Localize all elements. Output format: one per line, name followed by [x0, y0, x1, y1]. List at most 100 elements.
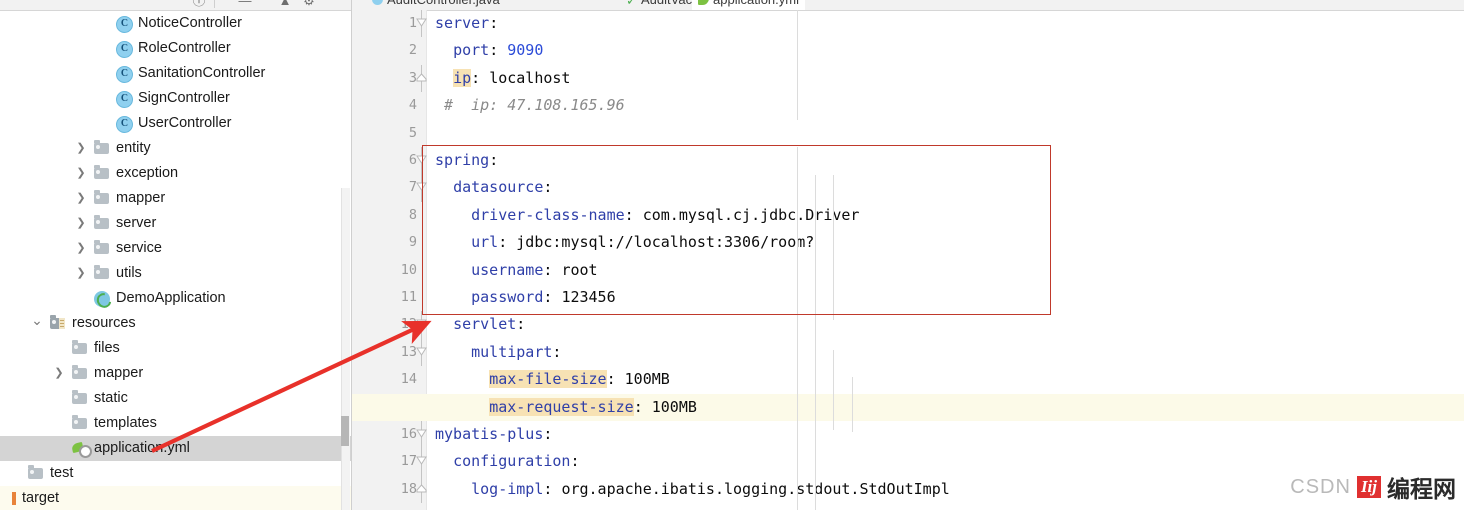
- yaml-separator: :: [489, 41, 499, 60]
- yaml-key: multipart: [471, 342, 553, 361]
- chevron-right-icon[interactable]: ❯: [74, 186, 88, 211]
- code-line[interactable]: spring:: [427, 147, 1464, 174]
- java-class-glyph: C: [116, 66, 133, 83]
- tree-item-application-yml[interactable]: application.yml: [0, 436, 352, 461]
- tree-item-service[interactable]: ❯ service: [0, 236, 352, 261]
- code-line[interactable]: password: 123456: [427, 284, 1464, 311]
- chevron-right-icon[interactable]: ❯: [74, 236, 88, 261]
- chevron-right-icon[interactable]: ❯: [74, 211, 88, 236]
- help-icon[interactable]: ⓘ: [190, 0, 208, 8]
- yaml-separator: :: [606, 370, 616, 389]
- code-line[interactable]: multipart:: [427, 339, 1464, 366]
- folder-icon: [72, 336, 90, 361]
- code-line[interactable]: max-file-size: 100MB: [427, 366, 1464, 393]
- yaml-key: server: [435, 14, 490, 32]
- yaml-separator: :: [489, 151, 499, 169]
- code-line[interactable]: username: root: [427, 257, 1464, 284]
- code-line[interactable]: datasource:: [427, 174, 1464, 201]
- project-tool-window: ⓘ ― ▲ ⚙ C NoticeController C RoleController…: [0, 0, 352, 510]
- yml-file-icon: [698, 0, 709, 5]
- spring-boot-glyph: [94, 291, 110, 307]
- tree-item-label: templates: [94, 415, 157, 431]
- project-tree[interactable]: C NoticeController C RoleController C Sanitat…: [0, 11, 352, 510]
- line-number: 14: [400, 371, 417, 388]
- collapse-all-icon[interactable]: ―: [236, 0, 254, 8]
- chevron-right-icon[interactable]: ❯: [74, 161, 88, 186]
- yaml-key: password: [471, 288, 544, 306]
- folder-icon: [94, 186, 112, 211]
- tree-item-label: entity: [116, 140, 151, 156]
- java-class-icon: C: [116, 36, 134, 61]
- java-class-icon: C: [116, 111, 134, 136]
- folder-icon: [94, 236, 112, 261]
- code-line[interactable]: url: jdbc:mysql://localhost:3306/room?: [427, 229, 1464, 256]
- code-line[interactable]: servlet:: [427, 311, 1464, 338]
- tree-item-sanitationcontroller[interactable]: C SanitationController: [0, 61, 352, 86]
- tree-item-demoapplication[interactable]: DemoApplication: [0, 286, 352, 311]
- tree-item-static[interactable]: static: [0, 386, 352, 411]
- tree-item-test[interactable]: test: [0, 461, 352, 486]
- code-line[interactable]: [427, 120, 1464, 147]
- tab-auditvac[interactable]: ✓ AuditVac: [620, 0, 698, 10]
- tree-item-target[interactable]: target: [0, 486, 352, 510]
- tree-item-label: resources: [72, 315, 136, 331]
- yaml-value: 100MB: [624, 370, 670, 389]
- sidebar-scrollbar-thumb[interactable]: [341, 416, 349, 446]
- tree-item-label: mapper: [116, 190, 166, 206]
- tree-item-resources[interactable]: ⌄ resources: [0, 311, 352, 336]
- indent-guide: [833, 175, 834, 320]
- indent-guide: [833, 350, 834, 430]
- tree-item-mapper[interactable]: ❯ mapper: [0, 361, 352, 386]
- code-line[interactable]: mybatis-plus:: [427, 421, 1464, 448]
- tree-item-mapper[interactable]: ❯ mapper: [0, 186, 352, 211]
- chevron-right-icon[interactable]: ❯: [74, 261, 88, 286]
- folder-glyph: [72, 340, 87, 354]
- tree-item-label: target: [22, 490, 60, 506]
- watermark: CSDN Iij 编程网: [1290, 472, 1456, 504]
- tree-item-noticecontroller[interactable]: C NoticeController: [0, 11, 352, 36]
- folder-glyph: [94, 265, 109, 279]
- folder-glyph: [94, 240, 109, 254]
- indent-guide: [797, 147, 798, 510]
- indent-guide: [797, 10, 798, 120]
- chevron-right-icon[interactable]: ❯: [52, 361, 66, 386]
- tree-item-exception[interactable]: ❯ exception: [0, 161, 352, 186]
- tree-item-label: test: [50, 465, 74, 481]
- code-line[interactable]: max-request-size: 100MB: [427, 394, 1464, 421]
- yaml-separator: :: [543, 288, 553, 306]
- chevron-down-icon[interactable]: ⌄: [30, 311, 44, 336]
- line-number: 5: [408, 124, 417, 141]
- code-line[interactable]: driver-class-name: com.mysql.cj.jdbc.Dri…: [427, 202, 1464, 229]
- tree-item-utils[interactable]: ❯ utils: [0, 261, 352, 286]
- yaml-key: mybatis-plus: [435, 425, 544, 443]
- chevron-right-icon[interactable]: ❯: [74, 136, 88, 161]
- tab-auditcontroller-java[interactable]: AuditController.java: [366, 0, 506, 10]
- java-class-icon: C: [116, 86, 134, 111]
- code-line[interactable]: # ip: 47.108.165.96: [427, 92, 1464, 119]
- tree-item-label: DemoApplication: [116, 290, 226, 306]
- java-class-glyph: C: [116, 116, 133, 133]
- code-content[interactable]: server: port: 9090 ip: localhost # ip: 4…: [352, 10, 1464, 510]
- java-class-glyph: C: [116, 91, 133, 108]
- tree-item-signcontroller[interactable]: C SignController: [0, 86, 352, 111]
- tree-item-files[interactable]: files: [0, 336, 352, 361]
- java-class-icon: [372, 0, 383, 5]
- code-line[interactable]: server:: [427, 10, 1464, 37]
- expand-icon[interactable]: ▲: [276, 0, 294, 8]
- line-number: 1: [408, 15, 417, 31]
- line-number: 6: [408, 152, 417, 168]
- tree-item-entity[interactable]: ❯ entity: [0, 136, 352, 161]
- sidebar-scrollbar-track[interactable]: [341, 188, 350, 510]
- leaf-icon: ✓: [626, 0, 637, 8]
- indent-guide: [815, 432, 816, 510]
- code-line[interactable]: ip: localhost: [427, 65, 1464, 92]
- yaml-value: 123456: [561, 288, 616, 306]
- tree-item-usercontroller[interactable]: C UserController: [0, 111, 352, 136]
- tree-item-rolecontroller[interactable]: C RoleController: [0, 36, 352, 61]
- tab-label: AuditController.java: [387, 0, 500, 7]
- watermark-site: 编程网: [1387, 477, 1456, 503]
- tree-item-server[interactable]: ❯ server: [0, 211, 352, 236]
- tree-item-templates[interactable]: templates: [0, 411, 352, 436]
- code-line[interactable]: port: 9090: [427, 37, 1464, 64]
- settings-icon[interactable]: ⚙: [300, 0, 318, 8]
